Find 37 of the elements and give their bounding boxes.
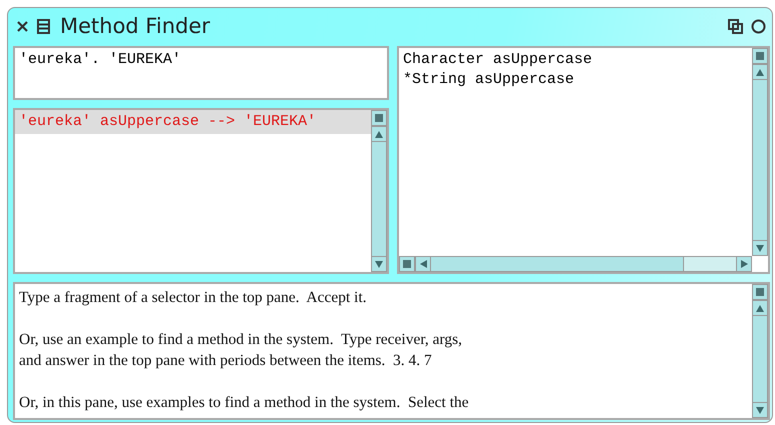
- scroll-left-button[interactable]: [415, 256, 431, 272]
- scroll-menu-button[interactable]: [752, 48, 768, 64]
- close-icon[interactable]: [16, 20, 29, 32]
- down-arrow-icon: [755, 405, 765, 415]
- scroll-menu-button[interactable]: [371, 110, 387, 126]
- square-icon: [403, 260, 411, 268]
- square-icon: [375, 114, 383, 122]
- scroll-right-button[interactable]: [736, 256, 752, 272]
- scroll-down-button[interactable]: [371, 256, 387, 272]
- scrollbar-thumb[interactable]: [683, 257, 736, 271]
- scroll-up-button[interactable]: [752, 300, 768, 316]
- help-text-line: and answer in the top pane with periods between the items. 3. 4. 7: [19, 351, 433, 371]
- result-item[interactable]: 'eureka' asUppercase --> 'EUREKA': [15, 110, 371, 134]
- square-icon: [756, 52, 764, 60]
- implementor-item[interactable]: Character asUppercase: [403, 50, 748, 70]
- window-title: Method Finder: [60, 14, 210, 38]
- square-icon: [756, 288, 764, 296]
- down-arrow-icon: [374, 259, 384, 269]
- scroll-menu-button[interactable]: [399, 256, 415, 272]
- overlapping-squares-icon[interactable]: [728, 18, 743, 34]
- help-text-line: Or, in this pane, use examples to find a method in the system. Select the: [19, 393, 470, 413]
- scroll-up-button[interactable]: [371, 126, 387, 142]
- right-arrow-icon: [739, 259, 749, 269]
- left-arrow-icon: [418, 259, 428, 269]
- scroll-down-button[interactable]: [752, 240, 768, 256]
- menu-icon[interactable]: [37, 18, 50, 34]
- up-arrow-icon: [755, 303, 765, 313]
- scroll-menu-button[interactable]: [752, 284, 768, 300]
- help-text-line: Type a fragment of a selector in the top pane. Accept it.: [19, 288, 368, 308]
- implementor-item[interactable]: *String asUppercase: [403, 70, 748, 90]
- down-arrow-icon: [755, 243, 765, 253]
- scroll-down-button[interactable]: [752, 402, 768, 418]
- help-text-line: Or, use an example to find a method in the system. Type receiver, args,: [19, 330, 464, 350]
- up-arrow-icon: [374, 129, 384, 139]
- scroll-up-button[interactable]: [752, 64, 768, 80]
- circle-icon[interactable]: [751, 18, 766, 34]
- up-arrow-icon: [755, 67, 765, 77]
